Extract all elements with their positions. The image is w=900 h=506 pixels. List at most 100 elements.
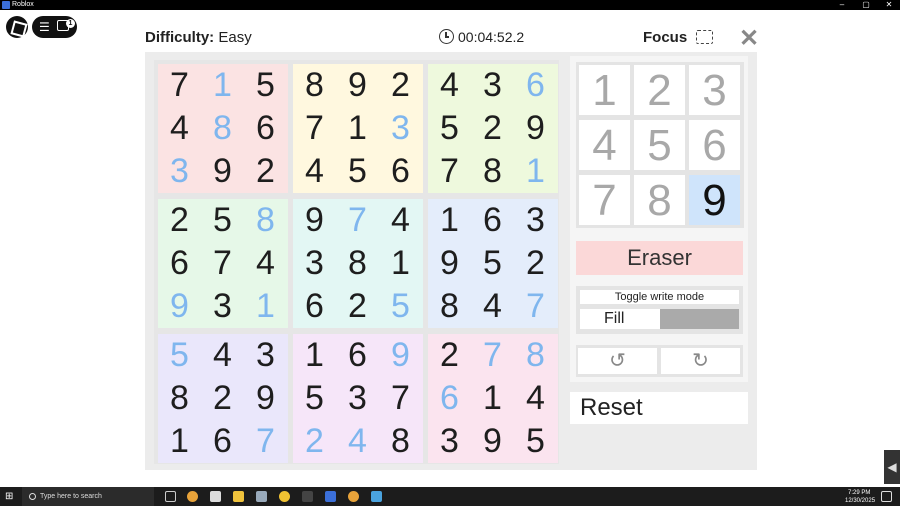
sudoku-cell[interactable]: 3: [471, 64, 514, 107]
sudoku-cell[interactable]: 7: [428, 150, 471, 193]
sudoku-cell[interactable]: 3: [514, 199, 557, 242]
sudoku-cell[interactable]: 7: [244, 420, 287, 463]
roblox-taskbar-icon[interactable]: [325, 491, 336, 502]
notification-icon[interactable]: [881, 491, 892, 502]
sudoku-cell[interactable]: 8: [379, 420, 422, 463]
sudoku-cell[interactable]: 7: [471, 334, 514, 377]
sudoku-cell[interactable]: 9: [428, 242, 471, 285]
sudoku-cell[interactable]: 3: [244, 334, 287, 377]
sudoku-cell[interactable]: 7: [379, 377, 422, 420]
sudoku-cell[interactable]: 6: [336, 334, 379, 377]
redo-button[interactable]: ↻: [661, 348, 740, 374]
sudoku-cell[interactable]: 1: [379, 242, 422, 285]
sudoku-cell[interactable]: 4: [379, 199, 422, 242]
sudoku-cell[interactable]: 7: [293, 107, 336, 150]
focus-mode-icon[interactable]: [696, 30, 713, 44]
number-key-6[interactable]: 6: [688, 119, 741, 171]
sudoku-cell[interactable]: 5: [514, 420, 557, 463]
app3-icon[interactable]: [371, 491, 382, 502]
sudoku-cell[interactable]: 8: [293, 64, 336, 107]
sudoku-cell[interactable]: 7: [514, 285, 557, 328]
taskbar-search[interactable]: Type here to search: [22, 487, 154, 506]
sudoku-cell[interactable]: 9: [293, 199, 336, 242]
sudoku-cell[interactable]: 4: [244, 242, 287, 285]
sudoku-cell[interactable]: 4: [471, 285, 514, 328]
sudoku-cell[interactable]: 7: [336, 199, 379, 242]
sudoku-cell[interactable]: 1: [514, 150, 557, 193]
chrome2-icon[interactable]: [348, 491, 359, 502]
app-icon[interactable]: [256, 491, 267, 502]
sudoku-cell[interactable]: 5: [336, 150, 379, 193]
sudoku-cell[interactable]: 1: [336, 107, 379, 150]
sudoku-cell[interactable]: 9: [336, 64, 379, 107]
sudoku-cell[interactable]: 5: [293, 377, 336, 420]
sudoku-cell[interactable]: 3: [201, 285, 244, 328]
sudoku-cell[interactable]: 1: [158, 420, 201, 463]
sudoku-cell[interactable]: 8: [514, 334, 557, 377]
sudoku-cell[interactable]: 8: [471, 150, 514, 193]
number-key-3[interactable]: 3: [688, 64, 741, 116]
number-key-5[interactable]: 5: [633, 119, 686, 171]
sudoku-cell[interactable]: 4: [336, 420, 379, 463]
number-key-9[interactable]: 9: [688, 174, 741, 226]
eraser-button[interactable]: Eraser: [576, 241, 743, 275]
file-icon[interactable]: [210, 491, 221, 502]
sudoku-cell[interactable]: 3: [158, 150, 201, 193]
sudoku-cell[interactable]: 7: [158, 64, 201, 107]
emoji-app-icon[interactable]: [279, 491, 290, 502]
sudoku-cell[interactable]: 6: [471, 199, 514, 242]
sudoku-cell[interactable]: 1: [293, 334, 336, 377]
focus-label[interactable]: Focus: [643, 29, 687, 46]
sudoku-cell[interactable]: 8: [244, 199, 287, 242]
sudoku-cell[interactable]: 9: [471, 420, 514, 463]
number-key-4[interactable]: 4: [578, 119, 631, 171]
sudoku-cell[interactable]: 2: [293, 420, 336, 463]
sudoku-cell[interactable]: 4: [428, 64, 471, 107]
close-game-button[interactable]: ✕: [739, 24, 759, 53]
number-key-7[interactable]: 7: [578, 174, 631, 226]
sudoku-cell[interactable]: 6: [201, 420, 244, 463]
sudoku-cell[interactable]: 3: [336, 377, 379, 420]
number-key-2[interactable]: 2: [633, 64, 686, 116]
undo-button[interactable]: ↺: [578, 348, 657, 374]
sudoku-cell[interactable]: 4: [158, 107, 201, 150]
side-panel-toggle[interactable]: ◀: [884, 450, 900, 484]
sudoku-cell[interactable]: 1: [471, 377, 514, 420]
sudoku-cell[interactable]: 6: [514, 64, 557, 107]
sudoku-cell[interactable]: 3: [293, 242, 336, 285]
sudoku-cell[interactable]: 2: [158, 199, 201, 242]
sudoku-cell[interactable]: 6: [379, 150, 422, 193]
sudoku-cell[interactable]: 8: [201, 107, 244, 150]
sudoku-cell[interactable]: 8: [428, 285, 471, 328]
sudoku-cell[interactable]: 5: [428, 107, 471, 150]
sudoku-cell[interactable]: 2: [428, 334, 471, 377]
sudoku-cell[interactable]: 3: [428, 420, 471, 463]
sudoku-cell[interactable]: 2: [244, 150, 287, 193]
sudoku-cell[interactable]: 5: [379, 285, 422, 328]
folder-icon[interactable]: [233, 491, 244, 502]
chrome-icon[interactable]: [187, 491, 198, 502]
sudoku-cell[interactable]: 3: [379, 107, 422, 150]
sudoku-cell[interactable]: 5: [158, 334, 201, 377]
reset-button[interactable]: Reset: [570, 392, 748, 424]
sudoku-cell[interactable]: 9: [158, 285, 201, 328]
number-key-1[interactable]: 1: [578, 64, 631, 116]
number-key-8[interactable]: 8: [633, 174, 686, 226]
maximize-button[interactable]: ▢: [859, 0, 873, 10]
start-icon[interactable]: ⊞: [5, 491, 13, 502]
sudoku-cell[interactable]: 1: [201, 64, 244, 107]
task-view-icon[interactable]: [165, 491, 176, 502]
sudoku-cell[interactable]: 7: [201, 242, 244, 285]
sudoku-cell[interactable]: 8: [336, 242, 379, 285]
sudoku-cell[interactable]: 4: [293, 150, 336, 193]
sudoku-cell[interactable]: 9: [379, 334, 422, 377]
minimize-button[interactable]: –: [835, 0, 849, 10]
write-mode-toggle[interactable]: Fill: [580, 309, 739, 329]
sudoku-cell[interactable]: 6: [244, 107, 287, 150]
sudoku-cell[interactable]: 2: [201, 377, 244, 420]
sudoku-cell[interactable]: 2: [514, 242, 557, 285]
sudoku-cell[interactable]: 6: [293, 285, 336, 328]
close-window-button[interactable]: ✕: [882, 0, 896, 10]
roblox-logo-button[interactable]: [6, 16, 28, 38]
app2-icon[interactable]: [302, 491, 313, 502]
